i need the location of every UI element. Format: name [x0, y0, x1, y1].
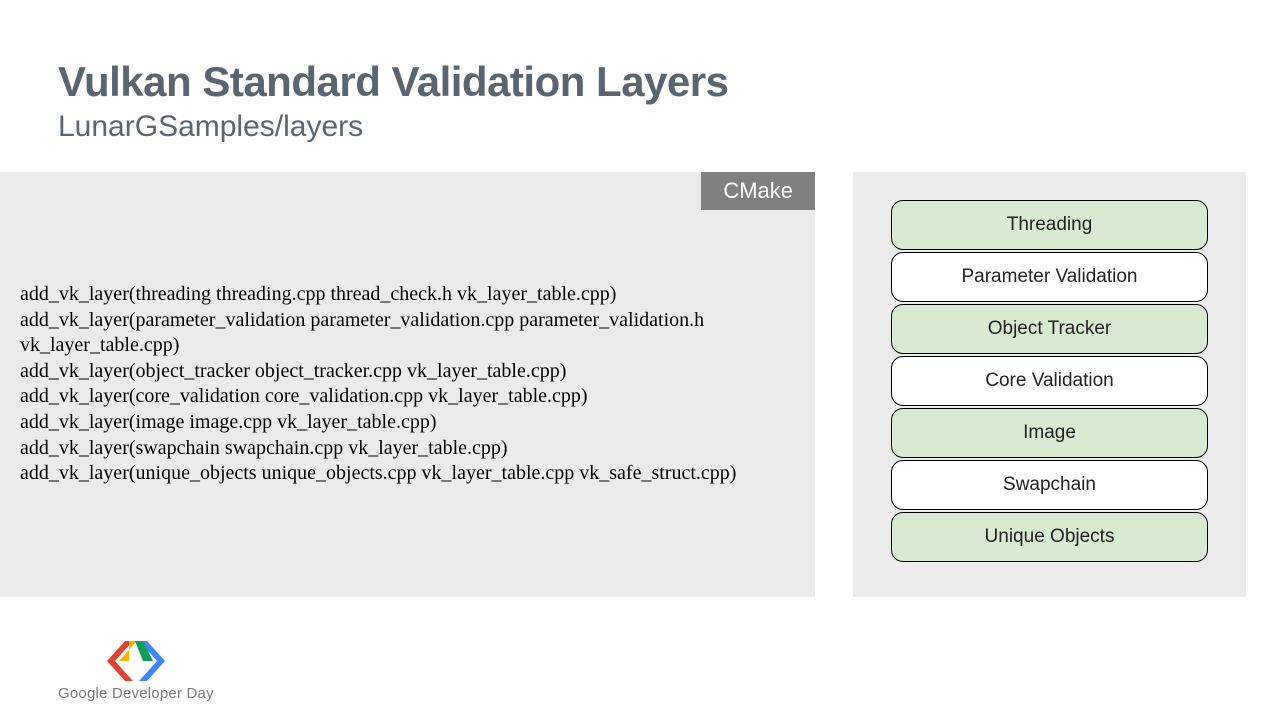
layer-label: Threading — [1007, 214, 1093, 236]
slide: Vulkan Standard Validation Layers LunarG… — [0, 0, 1280, 720]
footer-text: Google Developer Day — [58, 685, 214, 702]
layer-swapchain: Swapchain — [891, 460, 1208, 510]
slide-title: Vulkan Standard Validation Layers — [58, 58, 1280, 106]
footer-event2: Day — [187, 685, 214, 702]
code-line: add_vk_layer(parameter_validation parame… — [20, 308, 795, 334]
layer-parameter-validation: Parameter Validation — [891, 252, 1208, 302]
footer-brand: Google — [58, 685, 108, 702]
slide-header: Vulkan Standard Validation Layers LunarG… — [0, 0, 1280, 144]
code-panel: CMake add_vk_layer(threading threading.c… — [0, 172, 815, 597]
footer-logo: Google Developer Day — [58, 641, 214, 702]
code-line: add_vk_layer(image image.cpp vk_layer_ta… — [20, 410, 795, 436]
layer-label: Unique Objects — [985, 526, 1115, 548]
layer-label: Core Validation — [985, 370, 1114, 392]
content-row: CMake add_vk_layer(threading threading.c… — [0, 172, 1246, 597]
layer-unique-objects: Unique Objects — [891, 512, 1208, 562]
code-line: add_vk_layer(object_tracker object_track… — [20, 359, 795, 385]
layer-label: Image — [1023, 422, 1076, 444]
layer-label: Parameter Validation — [961, 266, 1137, 288]
code-line: add_vk_layer(swapchain swapchain.cpp vk_… — [20, 436, 795, 462]
chevrons-icon — [107, 641, 165, 681]
layer-label: Object Tracker — [988, 318, 1112, 340]
layer-object-tracker: Object Tracker — [891, 304, 1208, 354]
layer-threading: Threading — [891, 200, 1208, 250]
code-block: add_vk_layer(threading threading.cpp thr… — [20, 282, 795, 487]
code-line: add_vk_layer(unique_objects unique_objec… — [20, 461, 795, 487]
code-line: add_vk_layer(core_validation core_valida… — [20, 384, 795, 410]
slide-subtitle: LunarGSamples/layers — [58, 110, 1280, 144]
layer-image: Image — [891, 408, 1208, 458]
code-line: vk_layer_table.cpp) — [20, 333, 795, 359]
layer-label: Swapchain — [1003, 474, 1096, 496]
code-line: add_vk_layer(threading threading.cpp thr… — [20, 282, 795, 308]
layer-core-validation: Core Validation — [891, 356, 1208, 406]
layers-panel: Threading Parameter Validation Object Tr… — [853, 172, 1246, 597]
language-badge: CMake — [701, 172, 815, 210]
footer-event1: Developer — [112, 685, 182, 702]
